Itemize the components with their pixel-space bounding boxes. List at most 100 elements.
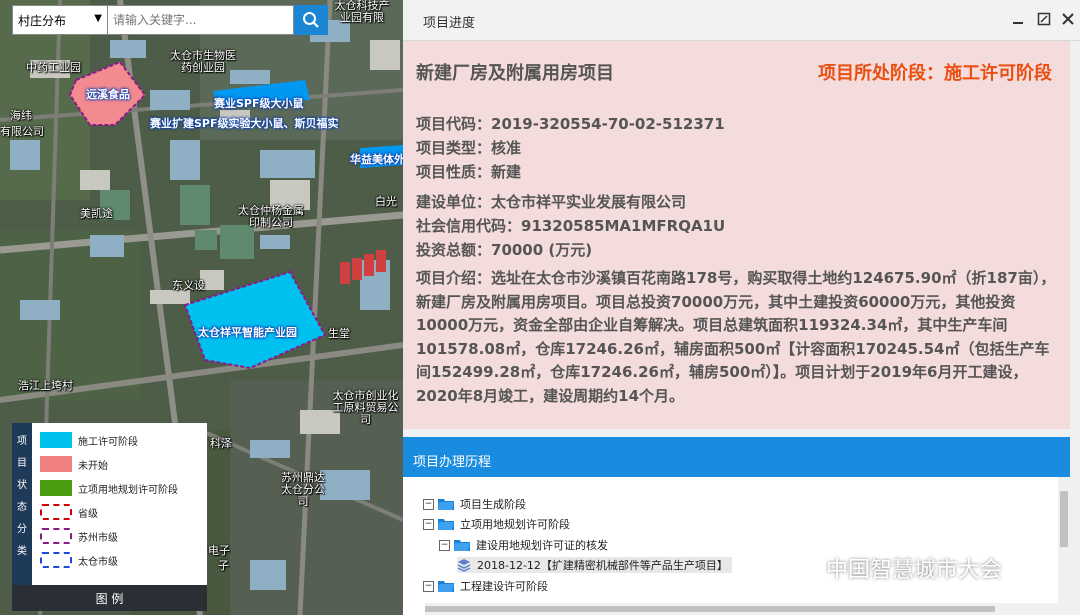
project-investment: 投资总额：70000 (万元) [416,241,593,259]
tree-node-label: 项目生成阶段 [460,498,526,511]
project-code: 项目代码：2019-320554-70-02-512371 [416,115,725,133]
tree-node-label: 建设用地规划许可证的核发 [476,539,608,552]
project-info: 新建厂房及附属用房项目 项目所处阶段：施工许可阶段 项目代码：2019-3205… [403,41,1070,429]
map-label: 科泽 [210,437,232,450]
legend-swatch [40,528,72,544]
minimize-icon [1013,22,1023,24]
legend-item: 立项用地规划许可阶段 [40,478,178,498]
map-label: 东义设 [172,279,205,292]
tree-node[interactable]: − 立项用地规划许可阶段 [423,516,570,532]
project-intro: 项目介绍：选址在太仓市沙溪镇百花南路178号，购买取得土地约124675.90㎡… [416,269,1056,405]
legend-label: 苏州市级 [78,532,118,544]
search-button[interactable] [294,5,328,35]
poi-label-huayi[interactable]: 华益美体外 [350,153,403,166]
horizontal-scrollbar[interactable] [425,603,1058,615]
legend-swatch [40,552,72,568]
map-label: 美凯途 [80,207,113,220]
category-select-value: 村庄分布 [18,13,67,28]
legend-side-tab[interactable]: 项 目 状 态 分 类 [12,423,32,585]
legend-label: 省级 [78,508,98,520]
legend-label: 立项用地规划许可阶段 [78,484,178,496]
watermark-text: 中国智慧城市大会 [826,558,1003,583]
collapse-icon[interactable]: − [423,580,434,592]
project-credit-code: 社会信用代码：91320585MA1MFRQA1U [416,217,726,235]
poi-label-saiye-expansion[interactable]: 赛业扩建SPF级实验大小鼠、斯贝福实 [150,117,339,130]
collapse-icon[interactable]: − [423,498,434,510]
vertical-scrollbar[interactable] [1058,477,1070,615]
project-stage: 项目所处阶段：施工许可阶段 [818,63,1052,84]
map-legend: 项 目 状 态 分 类 施工许可阶段 未开始 立项用地规划许可阶段 省级 苏州市… [12,423,207,611]
panel-title: 项目进度 [423,16,476,31]
legend-item: 未开始 [40,454,108,474]
legend-label: 太仓市级 [78,556,118,568]
legend-swatch [40,504,72,520]
search-icon [303,12,319,28]
category-select[interactable]: 村庄分布 ▼ [12,5,108,35]
tree-leaf-selected[interactable]: 2018-12-12【扩建精密机械部件等产品生产项目】 [457,557,732,573]
chevron-down-icon: ▼ [94,13,102,24]
poi-label-xiangping[interactable]: 太仓祥平智能产业园 [198,326,297,339]
legend-side-char: 分 [17,524,27,535]
maximize-button[interactable] [1035,10,1053,28]
record-icon [457,559,471,572]
panel-header: 项目进度 [403,0,1080,41]
collapse-icon[interactable]: − [439,539,450,551]
legend-toggle-button[interactable]: 图 例 [12,585,207,611]
map-label: 电子 [208,544,230,557]
legend-label: 未开始 [78,460,108,472]
map-label: 海纬 [10,109,32,122]
map-label: 中药工业园 [26,61,81,74]
tree-node[interactable]: − 工程建设许可阶段 [423,578,548,594]
tree-node-label: 工程建设许可阶段 [460,580,548,593]
history-title: 项目办理历程 [413,455,492,470]
project-progress-panel: 项目进度 新建厂房及附属用房项目 项目所处阶段：施工许可阶段 项目代码：2019… [403,0,1080,615]
legend-footer-label: 图 例 [95,591,124,606]
map-label: 太仓市创业化工原料贸易公司 [332,389,399,426]
legend-side-char: 目 [17,458,27,469]
map-label: 太仓市生物医药创业园 [170,49,236,74]
poi-label-yuanxi[interactable]: 远溪食品 [86,88,130,101]
map-label: 苏州鼎达太仓分公司 [281,471,325,508]
tree-node[interactable]: − 建设用地规划许可证的核发 [439,537,608,553]
map-label: 浩江上垮村 [18,379,73,392]
map-label: 生堂 [328,327,350,340]
tree-node-label: 立项用地规划许可阶段 [460,518,570,531]
minimize-button[interactable] [1009,10,1027,28]
legend-item: 省级 [40,502,98,522]
map-label: 子 [218,559,229,572]
project-name: 新建厂房及附属用房项目 [416,63,614,84]
map-label: 白光 [375,195,397,208]
legend-swatch [40,480,72,496]
project-nature: 项目性质：新建 [416,163,522,181]
search-input[interactable] [108,5,294,35]
legend-swatch [40,456,72,472]
legend-item: 太仓市级 [40,550,118,570]
folder-icon [438,581,454,592]
process-history: 项目办理历程 − 项目生成阶段 − 立项用地规划许可阶段 − 建设用地规划许可证… [403,437,1070,615]
scrollbar-thumb[interactable] [425,606,995,612]
wechat-icon [785,556,819,580]
legend-item: 施工许可阶段 [40,430,138,450]
tree-node[interactable]: − 项目生成阶段 [423,496,526,512]
watermark: 中国智慧城市大会 [784,552,1002,584]
project-type: 项目类型：核准 [416,139,522,157]
project-builder: 建设单位：太仓市祥平实业发展有限公司 [416,193,687,211]
tree-node-label: 2018-12-12【扩建精密机械部件等产品生产项目】 [477,559,728,572]
scrollbar-thumb[interactable] [1060,491,1068,547]
close-icon [1062,13,1074,25]
map-label: 有限公司 [0,125,44,138]
legend-side-char: 态 [17,502,27,513]
folder-icon [438,499,454,510]
poi-label-saiye[interactable]: 赛业SPF级大小鼠 [214,97,304,110]
legend-swatch [40,432,72,448]
maximize-icon [1037,12,1051,26]
map-label: 太仓科技产业园有限 [334,0,390,24]
close-button[interactable] [1059,10,1077,28]
legend-label: 施工许可阶段 [78,436,138,448]
legend-side-char: 项 [17,436,27,447]
folder-icon [438,519,454,530]
legend-body: 施工许可阶段 未开始 立项用地规划许可阶段 省级 苏州市级 太仓市级 [32,423,207,585]
collapse-icon[interactable]: − [423,518,434,530]
folder-icon [454,540,470,551]
legend-side-char: 状 [17,480,27,491]
